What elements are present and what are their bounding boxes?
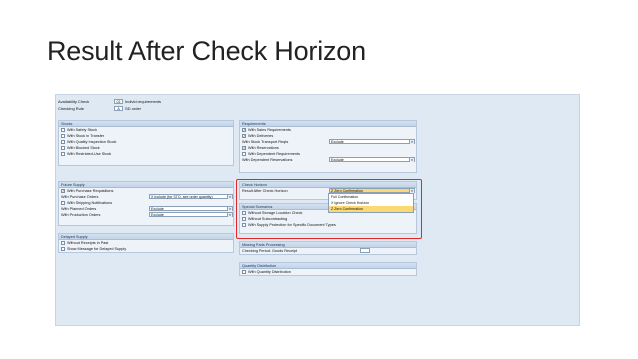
checking-rule-row: Checking Rule A SD order [58, 105, 142, 111]
quantity-distribution-checkbox[interactable] [242, 270, 246, 274]
checking-period-row: Checking Period: Goods Receipt [240, 248, 416, 254]
quantity-distribution-row: With Quantity Distribution [240, 269, 416, 275]
dependent-reservations-row: With Dependent Reservations Exclude ▾ [240, 157, 416, 163]
delayed-supply-message-row: Show Message for Delayed Supply [59, 246, 233, 252]
requirements-panel: Requirements ✓ With Sales Requirements ✓ W… [239, 120, 417, 173]
restricted-use-checkbox[interactable] [61, 152, 65, 156]
stock-in-transfer-checkbox[interactable] [61, 134, 65, 138]
availability-check-field[interactable]: 02 [114, 98, 123, 104]
deliveries-checkbox[interactable]: ✓ [242, 134, 246, 138]
quality-inspection-checkbox[interactable] [61, 140, 65, 144]
restricted-use-row: With Restricted-Use Stock [59, 151, 233, 157]
chevron-down-icon: ▾ [409, 140, 414, 144]
chevron-down-icon: ▾ [227, 195, 232, 199]
stocks-panel: Stocks With Safety Stock With Stock in T… [58, 120, 234, 166]
production-orders-select[interactable]: Exclude ▾ [149, 212, 233, 217]
blocked-stock-checkbox[interactable] [61, 146, 65, 150]
chevron-down-icon: ▾ [227, 213, 232, 217]
chevron-down-icon: ▾ [409, 158, 414, 162]
delayed-supply-panel: Delayed Supply Without Receipts in Past … [58, 233, 234, 253]
sap-availability-check-screen: Availability Check 02 Individ.requiremen… [55, 94, 580, 326]
receipts-in-past-checkbox[interactable] [61, 241, 65, 245]
purchase-orders-select[interactable]: X Include (for STO, see order quantity) ▾ [149, 194, 233, 199]
checking-period-input[interactable] [360, 248, 370, 253]
planned-orders-select[interactable]: Exclude ▾ [149, 206, 233, 211]
safety-stock-checkbox[interactable] [61, 128, 65, 132]
checking-rule-field[interactable]: A [114, 105, 123, 111]
availability-check-row: Availability Check 02 Individ.requiremen… [58, 98, 162, 104]
dependent-reservations-select[interactable]: Exclude ▾ [329, 157, 415, 162]
reservations-checkbox[interactable]: ✓ [242, 146, 246, 150]
slide-title: Result After Check Horizon [47, 36, 366, 66]
purchase-requisitions-checkbox[interactable]: ✓ [61, 189, 65, 193]
production-orders-row: With Production Orders Exclude ▾ [59, 212, 233, 218]
stock-transport-select[interactable]: Exclude ▾ [329, 139, 415, 144]
sales-requirements-checkbox[interactable]: ✓ [242, 128, 246, 132]
chevron-down-icon: ▾ [227, 207, 232, 211]
shipping-notifications-checkbox[interactable] [61, 201, 65, 205]
dependent-requirements-checkbox[interactable] [242, 152, 246, 156]
missing-parts-panel: Missing Parts Processing Checking Period… [239, 241, 417, 255]
callout-highlight-box [236, 179, 422, 239]
future-supply-panel: Future Supply ✓ With Purchase Requisition… [58, 181, 234, 226]
delayed-supply-message-checkbox[interactable] [61, 247, 65, 251]
quantity-distribution-panel: Quantity Distribution With Quantity Dist… [239, 262, 417, 276]
